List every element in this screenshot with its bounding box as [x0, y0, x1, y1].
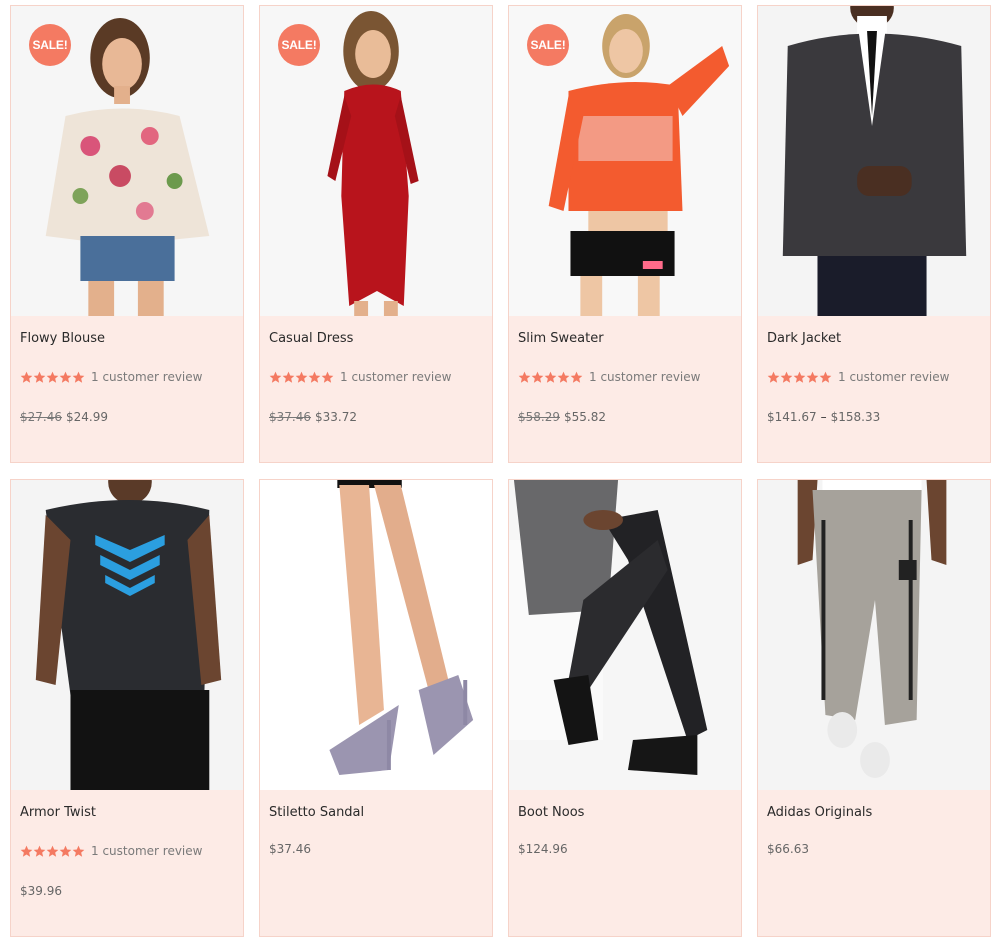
price: $58.29 $55.82	[518, 410, 732, 424]
product-card[interactable]: Dark Jacket 1 customer review $141.67– $1…	[757, 5, 991, 463]
star-icon	[269, 371, 282, 383]
star-icon	[46, 845, 59, 857]
star-icon	[780, 371, 793, 383]
star-icon	[767, 371, 780, 383]
star-rating	[518, 371, 583, 384]
price: $124.96	[518, 842, 732, 856]
price: $37.46 $33.72	[269, 410, 483, 424]
star-rating	[20, 371, 85, 384]
old-price: $27.46	[20, 410, 62, 424]
product-image[interactable]	[758, 6, 990, 316]
old-price: $37.46	[269, 410, 311, 424]
price: $66.63	[767, 842, 981, 856]
old-price: $58.29	[518, 410, 560, 424]
price-min: $141.67	[767, 410, 817, 424]
sale-badge: SALE!	[527, 24, 569, 66]
product-card[interactable]: SALE! Casual Dress 1 customer review $37…	[259, 5, 493, 463]
product-title[interactable]: Boot Noos	[518, 804, 732, 828]
product-image[interactable]: SALE!	[509, 6, 741, 316]
price: $37.46	[269, 842, 483, 856]
price-separator: –	[820, 410, 827, 424]
price-range: $141.67– $158.33	[767, 410, 981, 424]
sale-price: $33.72	[315, 410, 357, 424]
review-count[interactable]: 1 customer review	[589, 370, 700, 384]
review-count[interactable]: 1 customer review	[838, 370, 949, 384]
rating-row: 1 customer review	[767, 368, 981, 386]
star-icon	[33, 371, 46, 383]
price: $39.96	[20, 884, 234, 898]
sale-price: $24.99	[66, 410, 108, 424]
sale-price: $55.82	[564, 410, 606, 424]
star-icon	[570, 371, 583, 383]
product-image[interactable]	[260, 480, 492, 790]
product-title[interactable]: Armor Twist	[20, 804, 234, 828]
price-max: $158.33	[830, 410, 881, 424]
star-icon	[33, 845, 46, 857]
star-rating	[269, 371, 334, 384]
product-card[interactable]: Armor Twist 1 customer review $39.96	[10, 479, 244, 937]
star-icon	[308, 371, 321, 383]
sale-badge: SALE!	[278, 24, 320, 66]
product-title[interactable]: Adidas Originals	[767, 804, 981, 828]
product-grid: SALE! Flowy Blouse 1 customer review $27…	[10, 5, 992, 937]
star-icon	[72, 845, 85, 857]
product-card[interactable]: Stiletto Sandal $37.46	[259, 479, 493, 937]
star-icon	[544, 371, 557, 383]
rating-row: 1 customer review	[20, 842, 234, 860]
regular-price: $124.96	[518, 842, 568, 856]
star-rating	[767, 371, 832, 384]
star-icon	[806, 371, 819, 383]
product-image[interactable]	[509, 480, 741, 790]
product-image[interactable]	[11, 480, 243, 790]
product-card[interactable]: Adidas Originals $66.63	[757, 479, 991, 937]
star-icon	[282, 371, 295, 383]
star-icon	[295, 371, 308, 383]
star-icon	[321, 371, 334, 383]
rating-row: 1 customer review	[518, 368, 732, 386]
star-icon	[72, 371, 85, 383]
review-count[interactable]: 1 customer review	[91, 844, 202, 858]
star-icon	[819, 371, 832, 383]
star-icon	[59, 845, 72, 857]
star-icon	[793, 371, 806, 383]
star-icon	[59, 371, 72, 383]
star-icon	[46, 371, 59, 383]
star-icon	[531, 371, 544, 383]
product-card[interactable]: Boot Noos $124.96	[508, 479, 742, 937]
product-card[interactable]: SALE! Flowy Blouse 1 customer review $27…	[10, 5, 244, 463]
product-title[interactable]: Casual Dress	[269, 330, 483, 354]
product-image[interactable]	[758, 480, 990, 790]
price: $27.46 $24.99	[20, 410, 234, 424]
star-icon	[557, 371, 570, 383]
regular-price: $66.63	[767, 842, 809, 856]
star-rating	[20, 845, 85, 858]
regular-price: $39.96	[20, 884, 62, 898]
product-title[interactable]: Flowy Blouse	[20, 330, 234, 354]
review-count[interactable]: 1 customer review	[340, 370, 451, 384]
star-icon	[518, 371, 531, 383]
product-image[interactable]: SALE!	[260, 6, 492, 316]
product-title[interactable]: Slim Sweater	[518, 330, 732, 354]
sale-badge: SALE!	[29, 24, 71, 66]
star-icon	[20, 371, 33, 383]
product-title[interactable]: Dark Jacket	[767, 330, 981, 354]
product-card[interactable]: SALE! Slim Sweater 1 customer review $58…	[508, 5, 742, 463]
product-image[interactable]: SALE!	[11, 6, 243, 316]
rating-row: 1 customer review	[20, 368, 234, 386]
star-icon	[20, 845, 33, 857]
regular-price: $37.46	[269, 842, 311, 856]
product-title[interactable]: Stiletto Sandal	[269, 804, 483, 828]
rating-row: 1 customer review	[269, 368, 483, 386]
review-count[interactable]: 1 customer review	[91, 370, 202, 384]
